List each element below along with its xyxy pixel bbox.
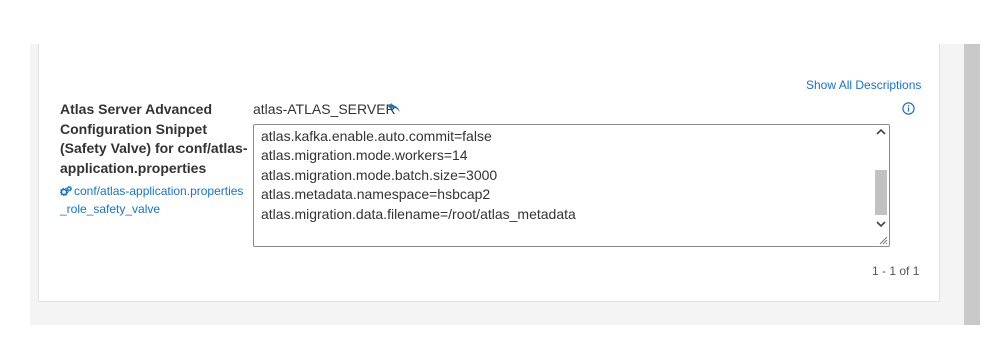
role-group-name: atlas-ATLAS_SERVER (253, 101, 396, 117)
property-label: Atlas Server Advanced Configuration Snip… (60, 101, 248, 176)
property-value-text: atlas.kafka.enable.auto.commit=false atl… (261, 128, 576, 222)
gears-icon (60, 186, 72, 196)
page-scrollbar[interactable] (964, 44, 980, 325)
undo-arrow-icon[interactable] (387, 102, 401, 115)
textarea-scroll-thumb[interactable] (875, 170, 887, 215)
info-circle-icon[interactable] (902, 102, 915, 115)
textarea-scrollbar[interactable] (873, 125, 889, 235)
property-value-textarea[interactable]: atlas.kafka.enable.auto.commit=false atl… (253, 124, 890, 247)
pagination-summary: 1 - 1 of 1 (872, 264, 920, 278)
property-key-link[interactable]: conf/atlas-application.properties_role_s… (60, 183, 250, 218)
scroll-up-icon[interactable] (876, 128, 886, 136)
show-all-descriptions-link[interactable]: Show All Descriptions (806, 78, 921, 92)
scroll-down-icon[interactable] (876, 220, 886, 228)
property-key-text: conf/atlas-application.properties_role_s… (60, 184, 244, 216)
resize-grip-icon[interactable] (878, 235, 888, 245)
